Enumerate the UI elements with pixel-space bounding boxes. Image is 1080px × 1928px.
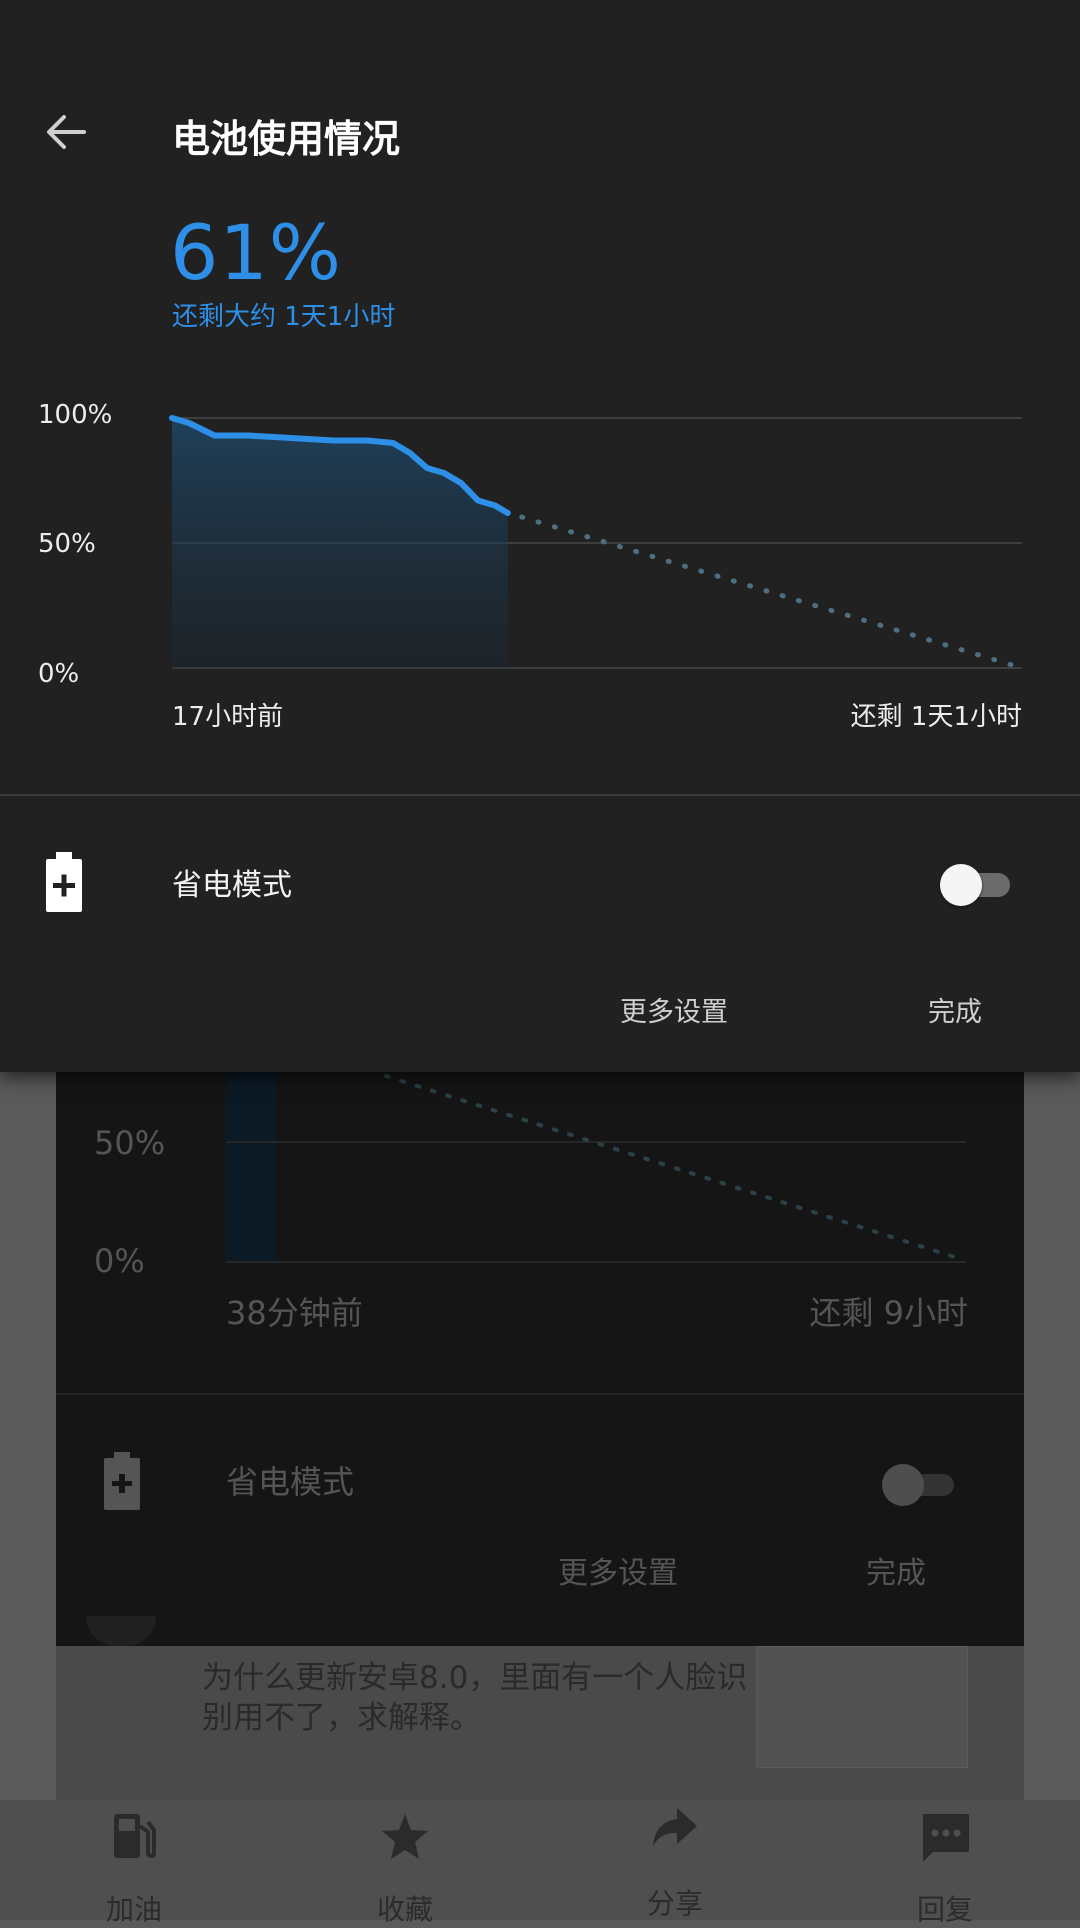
background-y-label-0: 0% — [94, 1242, 145, 1280]
x-label-end: 还剩 1天1小时 — [850, 702, 1022, 732]
bottom-nav-bar: 加油 收藏 分享 回复 — [0, 1800, 1080, 1926]
x-label-start: 17小时前 — [172, 702, 284, 732]
power-saver-toggle[interactable] — [936, 862, 1016, 906]
toggle-thumb — [940, 864, 982, 906]
nav-label-favorite: 收藏 — [376, 1893, 433, 1926]
background-post: 为什么更新安卓8.0，里面有一个人脸识别用不了，求解释。 — [56, 1616, 1024, 1800]
battery-usage-panel: 电池使用情况 61% 还剩大约 1天1小时 100% 50% 0% 17小时前 … — [0, 0, 1080, 1072]
nav-item-fuel[interactable]: 加油 — [54, 1800, 214, 1926]
battery-plus-icon — [46, 852, 82, 912]
background-x-label-start: 38分钟前 — [226, 1294, 363, 1332]
back-arrow-icon — [47, 115, 86, 149]
background-post-thumbnail — [756, 1646, 968, 1768]
nav-item-favorite[interactable]: 收藏 — [325, 1800, 485, 1926]
remaining-time: 还剩大约 1天1小时 — [172, 302, 396, 332]
battery-history-area — [172, 418, 508, 668]
battery-chart — [169, 415, 1025, 671]
more-settings-button[interactable]: 更多设置 — [620, 990, 728, 1029]
battery-percentage: 61% — [170, 208, 342, 297]
star-icon — [382, 1814, 428, 1859]
background-toggle — [882, 1464, 956, 1506]
background-done: 完成 — [866, 1556, 926, 1591]
background-post-text: 为什么更新安卓8.0，里面有一个人脸识别用不了，求解释。 — [202, 1660, 748, 1736]
divider — [0, 794, 1080, 796]
background-battery-plus-icon — [104, 1452, 140, 1510]
battery-projection-line — [519, 514, 1025, 671]
nav-item-reply[interactable]: 回复 — [865, 1800, 1025, 1926]
background-x-label-end: 还剩 9小时 — [809, 1294, 968, 1332]
page-title: 电池使用情况 — [172, 117, 401, 161]
background-more-settings: 更多设置 — [558, 1556, 678, 1591]
nav-label-reply: 回复 — [916, 1893, 973, 1926]
background-saver-label: 省电模式 — [226, 1463, 355, 1501]
power-saver-label: 省电模式 — [172, 868, 292, 903]
share-icon — [653, 1808, 697, 1846]
done-button[interactable]: 完成 — [928, 990, 982, 1029]
nav-label-fuel: 加油 — [105, 1893, 162, 1926]
comment-icon — [923, 1814, 969, 1862]
back-button[interactable] — [36, 102, 96, 162]
nav-label-share: 分享 — [646, 1887, 703, 1920]
nav-item-share[interactable]: 分享 — [595, 1800, 755, 1920]
background-battery-card: 50% 0% 38分钟前 还剩 9小时 省电模式 更多设置 完成 — [56, 1072, 1024, 1646]
background-y-label-50: 50% — [94, 1124, 166, 1162]
fuel-icon — [114, 1814, 156, 1859]
